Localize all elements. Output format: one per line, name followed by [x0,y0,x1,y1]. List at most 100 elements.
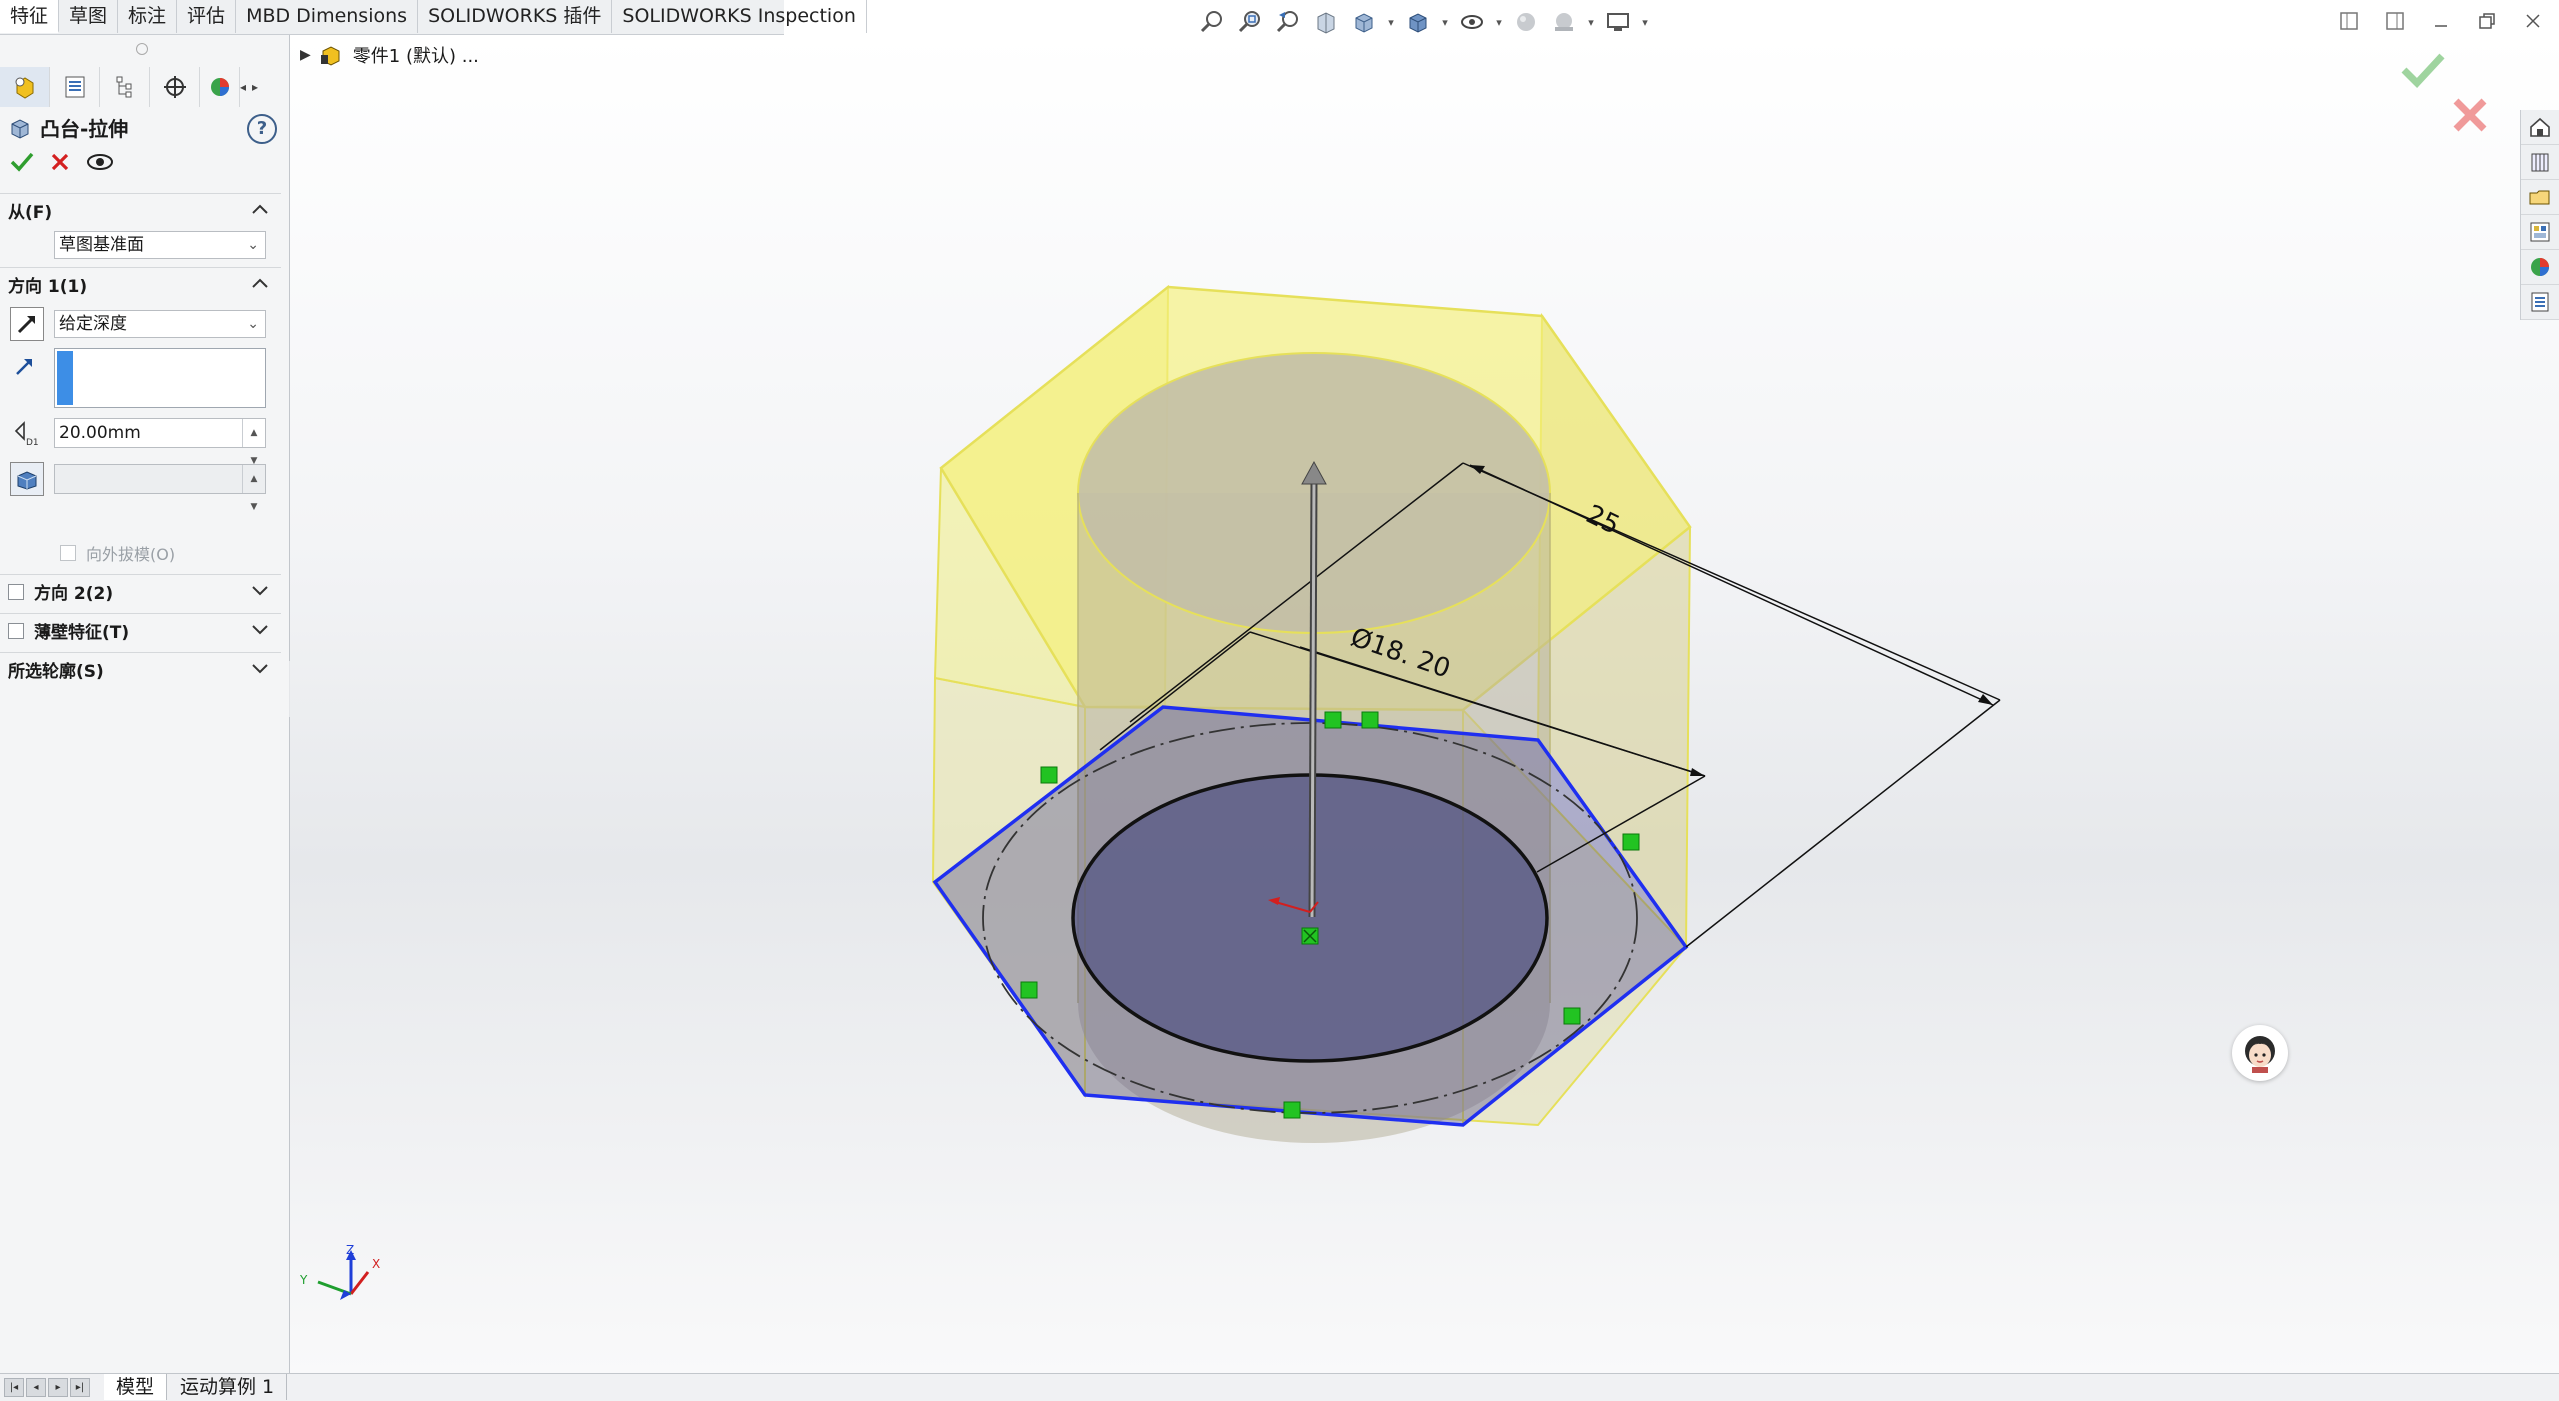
configuration-manager-tab-icon[interactable] [100,67,150,107]
apply-scene-icon[interactable] [1547,5,1581,39]
draft-angle-spinner[interactable]: ▲ ▼ [242,465,265,512]
chevron-down-icon[interactable] [251,622,269,636]
panel-grip-icon[interactable] [136,43,148,55]
file-explorer-icon[interactable] [2521,180,2559,215]
confirm-ok-icon[interactable] [2400,50,2446,90]
edit-appearance-icon[interactable] [1509,5,1543,39]
tab-model[interactable]: 模型 [104,1374,168,1400]
tab-solidworks-inspection[interactable]: SOLIDWORKS Inspection [612,0,867,33]
tab-sketch[interactable]: 草图 [59,0,119,33]
document-window-controls [2331,6,2551,36]
direction1-section-label: 方向 1(1) [8,277,88,297]
avatar-face-icon [2245,1036,2275,1073]
first-tab-icon[interactable]: |◂ [4,1378,24,1397]
feature-manager-tab-icon[interactable] [0,67,50,107]
tab-scroll-left-icon[interactable]: ◂ [240,80,252,94]
close-icon[interactable] [2515,6,2551,36]
tile-left-icon[interactable] [2331,6,2367,36]
appearances-scenes-icon[interactable] [2521,250,2559,285]
tab-markup[interactable]: 标注 [118,0,178,33]
dimxpert-manager-tab-icon[interactable] [150,67,200,107]
model-preview[interactable]: 25 Ø18. 20 Z X Y [290,35,2559,1373]
view-palette-icon[interactable] [2521,215,2559,250]
draft-outward-option[interactable]: 向外拔模(O) [60,541,175,565]
chevron-down-icon[interactable] [251,583,269,597]
tab-evaluate[interactable]: 评估 [177,0,237,33]
preview-eye-icon[interactable] [86,152,114,172]
direction-vector-icon [16,359,32,375]
view-settings-icon[interactable] [1601,5,1635,39]
restore-icon[interactable] [2469,6,2505,36]
display-style-icon[interactable] [1401,5,1435,39]
svg-text:D1: D1 [26,438,39,447]
draft-outward-checkbox[interactable] [60,545,76,561]
cancel-x-icon[interactable] [50,152,70,172]
command-manager-tabs: 特征 草图 标注 评估 MBD Dimensions SOLIDWORKS 插件… [0,0,867,35]
part-label[interactable]: 零件1 (默认) ... [353,42,479,68]
view-settings-dropdown[interactable]: ▾ [1639,5,1651,39]
selected-contours-section-header[interactable]: 所选轮廓(S) [0,652,281,686]
thin-feature-section-header[interactable]: 薄壁特征(T) [0,613,281,647]
graphics-area[interactable]: 25 Ø18. 20 Z X Y ▶ 零件1 (默认) ... [290,35,2559,1373]
chevron-down-icon[interactable] [251,661,269,675]
from-section-label: 从(F) [8,203,53,223]
draft-toggle-button[interactable] [10,462,44,496]
display-style-dropdown[interactable]: ▾ [1439,5,1451,39]
property-manager-tab-icon[interactable] [50,67,100,107]
zoom-to-fit-icon[interactable] [1195,5,1229,39]
section-view-icon[interactable] [1309,5,1343,39]
tab-scroll-right-icon[interactable]: ▸ [252,80,268,94]
minimize-icon[interactable] [2423,6,2459,36]
chevron-up-icon[interactable] [251,202,269,216]
draft-angle-input[interactable]: ▲ ▼ [54,464,266,512]
tab-features[interactable]: 特征 [0,0,60,33]
last-tab-icon[interactable]: ▸| [70,1378,90,1397]
depth-spinner[interactable]: ▲ ▼ [242,419,265,466]
property-manager-title: 凸台-拉伸 [8,113,128,142]
direction2-checkbox[interactable] [8,583,24,600]
assistant-avatar[interactable] [2232,1025,2288,1081]
ok-checkmark-icon[interactable] [10,151,34,173]
chevron-up-icon[interactable] [251,276,269,290]
from-select[interactable]: 草图基准面 ⌄ [54,231,266,259]
triad-z-label: Z [346,1243,354,1257]
zoom-to-area-icon[interactable] [1233,5,1267,39]
previous-view-icon[interactable] [1271,5,1305,39]
end-condition-select[interactable]: 给定深度 ⌄ [54,310,266,338]
apply-scene-dropdown[interactable]: ▾ [1585,5,1597,39]
tab-motion-study-1[interactable]: 运动算例 1 [168,1374,288,1400]
tab-mbd-dimensions[interactable]: MBD Dimensions [236,0,419,33]
direction2-section-header[interactable]: 方向 2(2) [0,574,281,608]
feature-title: 凸台-拉伸 [40,117,129,141]
next-tab-icon[interactable]: ▸ [48,1378,68,1397]
from-section-header[interactable]: 从(F) [0,193,281,227]
view-orientation-icon[interactable] [1347,5,1381,39]
part-icon [320,46,340,66]
confirm-cancel-icon[interactable] [2450,95,2490,135]
hide-show-dropdown[interactable]: ▾ [1493,5,1505,39]
depth-dimension-icon: D1 [14,421,39,447]
chevron-down-icon: ⌄ [247,237,259,253]
thin-feature-checkbox[interactable] [8,622,24,639]
design-library-icon[interactable] [2521,145,2559,180]
direction2-section-label: 方向 2(2) [34,584,114,604]
custom-properties-icon[interactable] [2521,285,2559,320]
depth-input[interactable]: 20.00mm ▲ ▼ [54,418,266,466]
thin-feature-section-label: 薄壁特征(T) [34,623,130,643]
reverse-direction-button[interactable] [10,307,44,341]
solidworks-resources-icon[interactable] [2521,110,2559,145]
hide-show-items-icon[interactable] [1455,5,1489,39]
tab-solidworks-addins[interactable]: SOLIDWORKS 插件 [418,0,613,33]
expand-arrow-icon[interactable]: ▶ [300,47,311,63]
chevron-down-icon: ⌄ [247,316,259,332]
tile-right-icon[interactable] [2377,6,2413,36]
boss-extrude-icon [11,118,29,139]
direction1-section-header[interactable]: 方向 1(1) [0,267,281,301]
help-icon[interactable]: ? [247,114,277,144]
display-manager-tab-icon[interactable] [200,67,240,107]
reverse-direction-icon [17,316,35,334]
bottom-tab-bar: |◂ ◂ ▸ ▸| 模型 运动算例 1 [0,1373,2559,1401]
direction-reference-listbox[interactable] [54,348,266,408]
view-orientation-dropdown[interactable]: ▾ [1385,5,1397,39]
previous-tab-icon[interactable]: ◂ [26,1378,46,1397]
